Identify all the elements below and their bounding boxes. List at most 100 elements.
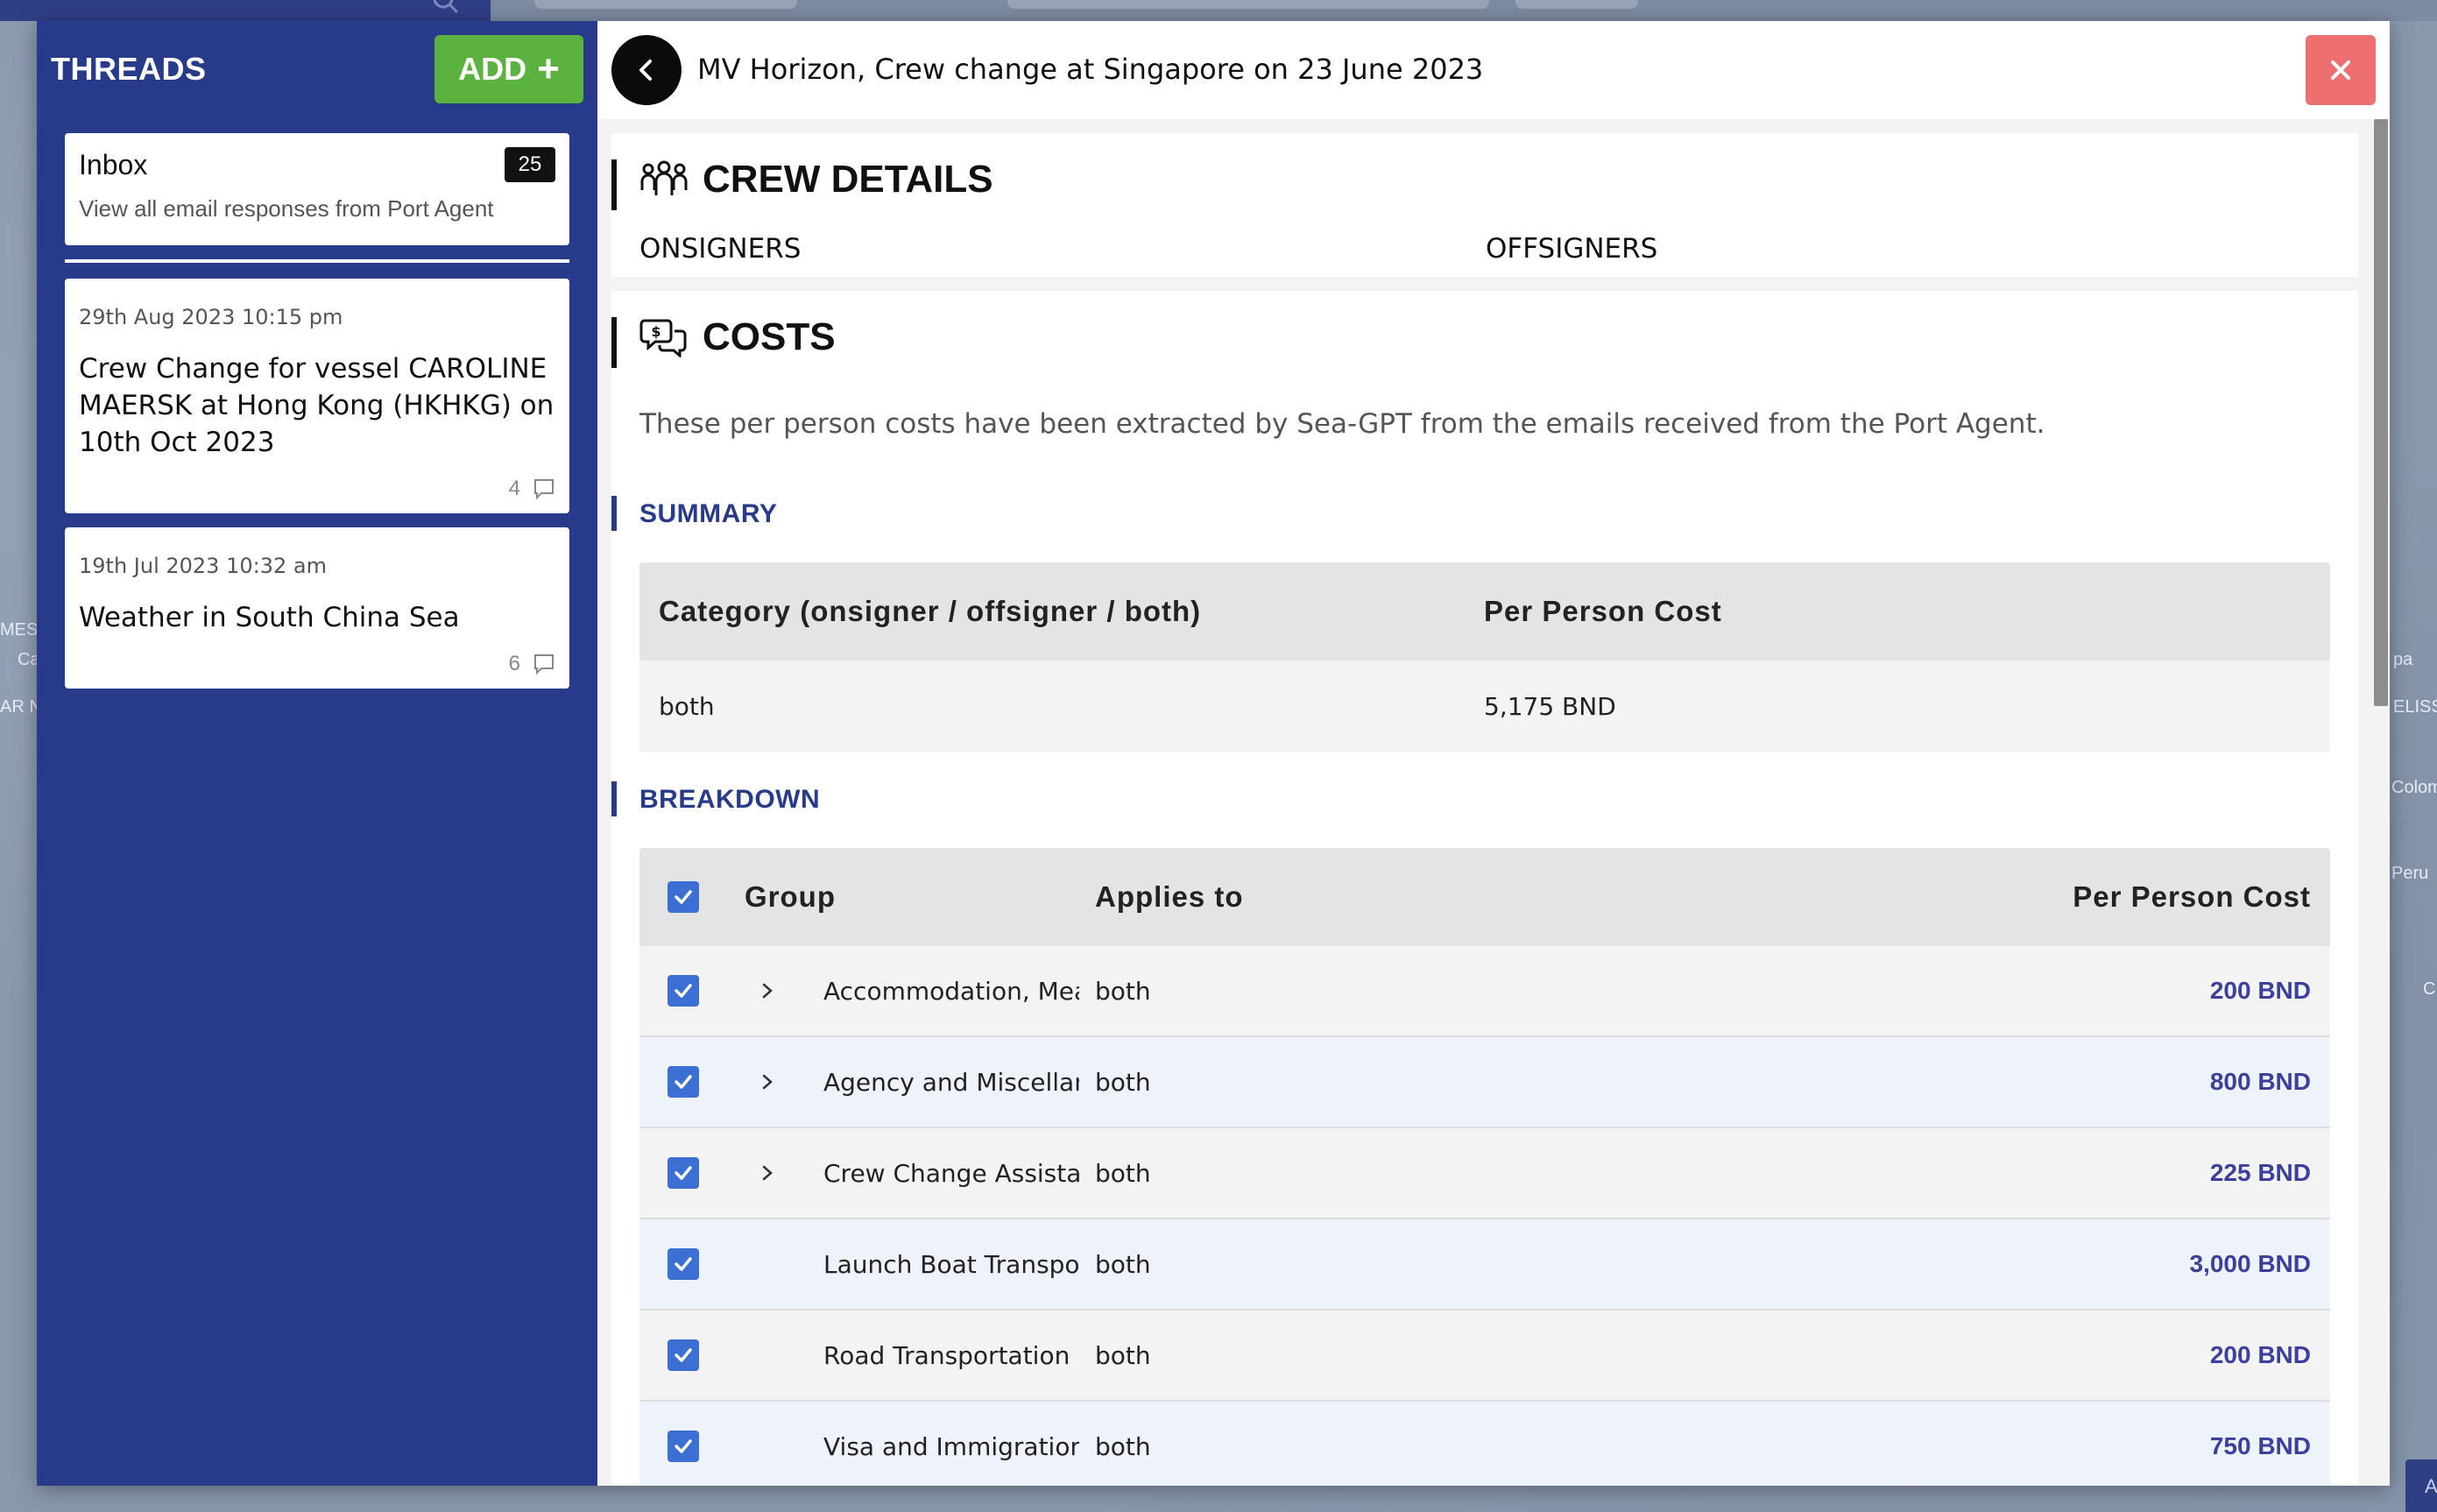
applies-to-cell: both [1095, 1067, 1151, 1097]
costs-title: COSTS [703, 315, 836, 358]
costs-section: $ COSTS These per person costs have been… [611, 291, 2358, 1486]
background-pill [1007, 0, 1489, 9]
map-label: C [2423, 979, 2436, 999]
thread-comment-count: 4 [509, 477, 555, 501]
crew-columns: ONSIGNERS OFFSIGNERS [639, 233, 1657, 265]
background-pill [1515, 0, 1638, 9]
group-cell: Accommodation, Meals [823, 976, 1079, 1006]
breakdown-heading: BREAKDOWN [639, 785, 821, 814]
applies-to-cell: both [1095, 976, 1151, 1006]
summary-table-header: Category (onsigner / offsigner / both) P… [639, 562, 2330, 661]
subsection-accent-bar [611, 496, 617, 531]
column-header-group: Group [745, 880, 836, 913]
sidebar-title: THREADS [51, 51, 207, 87]
row-checkbox[interactable] [668, 1066, 699, 1098]
comment-icon [533, 477, 555, 500]
expand-chevron-icon[interactable] [759, 1073, 776, 1091]
group-cell: Visa and Immigration [823, 1431, 1079, 1461]
cost-cell: 200 BND [2209, 1341, 2311, 1368]
checkmark-icon [675, 1166, 692, 1180]
close-icon [2331, 60, 2350, 80]
breakdown-table-header: Group Applies to Per Person Cost [639, 848, 2330, 946]
comment-count: 4 [508, 477, 520, 500]
applies-to-cell: both [1095, 1340, 1151, 1370]
group-cell: Launch Boat Transportation [823, 1249, 1079, 1279]
summary-heading: SUMMARY [639, 499, 778, 528]
thread-title: Crew Change for vessel CAROLINE MAERSK a… [79, 353, 555, 458]
checkmark-icon [675, 1075, 692, 1089]
column-header-category: Category (onsigner / offsigner / both) [659, 595, 1202, 627]
map-label: pa [2393, 650, 2413, 669]
thread-detail: MV Horizon, Crew change at Singapore on … [597, 21, 2390, 1486]
costs-heading: $ COSTS [611, 315, 836, 359]
thread-card[interactable]: 19th Jul 2023 10:32 am Weather in South … [65, 527, 569, 689]
applies-to-cell: both [1095, 1158, 1151, 1188]
row-checkbox[interactable] [668, 1339, 699, 1371]
thread-modal: THREADS ADD + Inbox 25 View all email re… [37, 21, 2390, 1486]
detail-header: MV Horizon, Crew change at Singapore on … [597, 21, 2390, 119]
inbox-subtitle: View all email responses from Port Agent [79, 195, 494, 222]
inbox-title: Inbox [79, 149, 148, 180]
row-checkbox[interactable] [668, 1248, 699, 1280]
category-cell: both [659, 691, 715, 721]
table-row: Agency and Miscellaneous both 800 BND [639, 1037, 2330, 1128]
group-cell: Agency and Miscellaneous [823, 1067, 1079, 1097]
applies-to-cell: both [1095, 1249, 1151, 1279]
add-button-label: ADD [458, 51, 527, 87]
inbox-count-badge: 25 [505, 147, 555, 182]
costs-description: These per person costs have been extract… [639, 408, 2045, 440]
group-cell: Road Transportation [823, 1340, 1070, 1370]
money-chat-icon: $ [639, 319, 687, 357]
comment-icon [533, 653, 555, 675]
cost-cell: 5,175 BND [1484, 691, 1616, 721]
thread-date: 29th Aug 2023 10:15 pm [79, 305, 343, 329]
table-row: Crew Change Assistance both 225 BND [639, 1128, 2330, 1219]
cost-cell: 750 BND [2209, 1432, 2311, 1459]
background-pill [534, 0, 797, 9]
table-row: Accommodation, Meals both 200 BND [639, 946, 2330, 1037]
scrollbar-thumb[interactable] [2374, 119, 2388, 706]
cost-cell: 200 BND [2209, 977, 2311, 1004]
select-all-checkbox[interactable] [668, 881, 699, 913]
cost-cell: 225 BND [2209, 1159, 2311, 1186]
close-button[interactable] [2306, 35, 2376, 105]
checkmark-icon [675, 890, 692, 904]
sidebar-divider [65, 259, 569, 263]
plus-icon: + [537, 47, 560, 90]
background-toolbar [0, 0, 2437, 21]
checkmark-icon [675, 1348, 692, 1362]
subsection-accent-bar [611, 781, 617, 816]
map-label: MES [0, 620, 39, 639]
expand-chevron-icon[interactable] [759, 982, 776, 1000]
table-row: Visa and Immigration both 750 BND [639, 1402, 2330, 1486]
table-row: both 5,175 BND [639, 661, 2330, 752]
map-label: Peru [2391, 864, 2429, 883]
cost-cell: 3,000 BND [2189, 1250, 2311, 1277]
expand-chevron-icon[interactable] [759, 1164, 776, 1182]
summary-table: Category (onsigner / offsigner / both) P… [639, 562, 2330, 752]
map-label: AR N [0, 697, 42, 717]
inbox-card[interactable]: Inbox 25 View all email responses from P… [65, 133, 569, 245]
thread-title: Weather in South China Sea [79, 602, 460, 633]
row-checkbox[interactable] [668, 1157, 699, 1189]
row-checkbox[interactable] [668, 1431, 699, 1462]
add-thread-button[interactable]: ADD + [434, 35, 583, 103]
offsigners-label: OFFSIGNERS [1486, 233, 1658, 265]
breakdown-table: Group Applies to Per Person Cost Accommo… [639, 848, 2330, 1486]
thread-card[interactable]: 29th Aug 2023 10:15 pm Crew Change for v… [65, 279, 569, 513]
comment-count: 6 [508, 652, 520, 675]
background-search [0, 0, 491, 21]
crew-details-section: CREW DETAILS ONSIGNERS OFFSIGNERS [611, 133, 2358, 277]
applies-to-cell: both [1095, 1431, 1151, 1461]
crew-details-heading: CREW DETAILS [611, 158, 993, 201]
svg-text:$: $ [651, 323, 660, 340]
back-button[interactable] [611, 35, 682, 105]
onsigners-label: ONSIGNERS [639, 233, 802, 265]
background-corner-button: A [2405, 1459, 2437, 1512]
map-label: Colom [2391, 778, 2437, 797]
chevron-left-icon [639, 60, 652, 81]
search-icon [433, 0, 459, 14]
column-header-per-person-cost: Per Person Cost [1484, 595, 1722, 627]
thread-date: 19th Jul 2023 10:32 am [79, 554, 327, 578]
row-checkbox[interactable] [668, 975, 699, 1007]
